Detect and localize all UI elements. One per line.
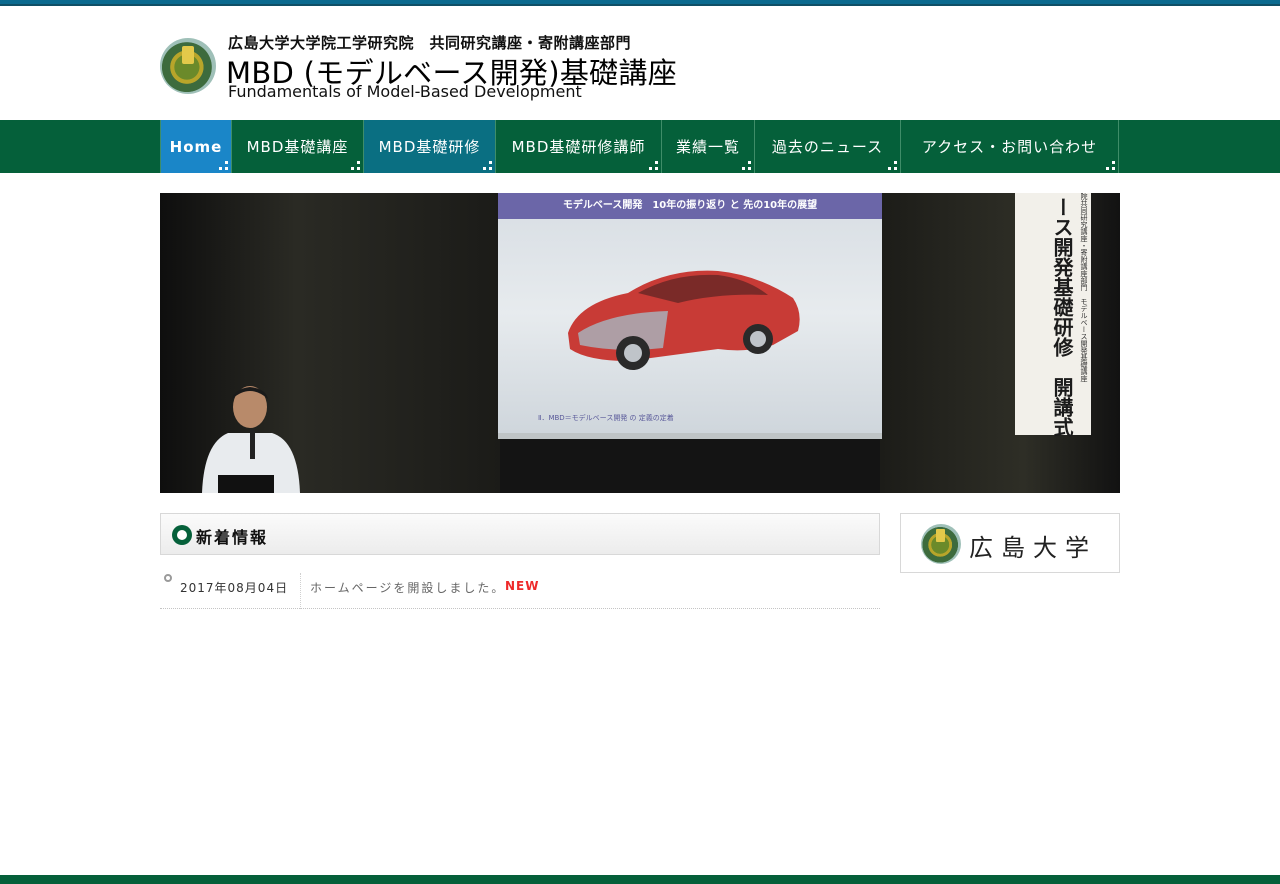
banner-small-text: 院共同研究講座・寄附講座部門 モデルベース開発基礎講座 <box>1080 193 1088 382</box>
corner-dots-icon <box>483 161 492 170</box>
hiroshima-university-banner-link[interactable]: 広島大学 <box>900 513 1120 573</box>
university-name: 広島大学 <box>969 534 1097 562</box>
site-header: 広島大学大学院工学研究院 共同研究講座・寄附講座部門 MBD (モデルベース開発… <box>160 24 760 110</box>
nav-item-mbd-instructors[interactable]: MBD基礎研修講師 <box>495 120 661 173</box>
projection-screen: モデルベース開発 10年の振り返り と 先の10年の展望 Ⅱ．MBD＝モデルベー… <box>498 193 882 439</box>
slide-footer: Ⅱ．MBD＝モデルベース開発 の 定義の定着 <box>538 414 674 422</box>
nav-item-mbd-training[interactable]: MBD基礎研修 <box>363 120 495 173</box>
nav-item-label: MBD基礎講座 <box>246 138 349 156</box>
top-accent-bar <box>0 0 1280 6</box>
news-section-header: 新着情報 <box>160 513 880 555</box>
slide-title: モデルベース開発 10年の振り返り と 先の10年の展望 <box>498 193 882 219</box>
nav-item-mbd-course[interactable]: MBD基礎講座 <box>231 120 363 173</box>
news-heading: 新着情報 <box>196 528 269 547</box>
nav-item-label: アクセス・お問い合わせ <box>921 138 1098 156</box>
corner-dots-icon <box>351 161 360 170</box>
new-badge: NEW <box>505 579 540 593</box>
nav-item-access-contact[interactable]: アクセス・お問い合わせ <box>900 120 1119 173</box>
main-content: 新着情報 2017年08月04日 ホームページを開設しました。 NEW <box>160 513 880 609</box>
news-text[interactable]: ホームページを開設しました。 <box>310 579 505 596</box>
footer-bar <box>0 875 1280 884</box>
ring-bullet-icon <box>164 574 172 583</box>
nav-item-achievements[interactable]: 業績一覧 <box>661 120 754 173</box>
corner-dots-icon <box>649 161 658 170</box>
hero-image: モデルベース開発 10年の振り返り と 先の10年の展望 Ⅱ．MBD＝モデルベー… <box>160 193 1120 493</box>
corner-dots-icon <box>888 161 897 170</box>
university-emblem-icon[interactable] <box>160 38 216 94</box>
car-illustration <box>568 270 800 370</box>
news-item: 2017年08月04日 ホームページを開設しました。 NEW <box>160 555 880 609</box>
main-navigation: Home MBD基礎講座 MBD基礎研修 MBD基礎研修講師 業績一覧 過去のニ… <box>0 120 1280 173</box>
nav-item-past-news[interactable]: 過去のニュース <box>754 120 900 173</box>
university-emblem-icon <box>921 524 961 564</box>
news-divider <box>300 573 301 609</box>
banner-text: ース開発基礎研修 開講式 <box>1050 197 1074 437</box>
nav-item-home[interactable]: Home <box>160 120 231 173</box>
nav-item-label: 過去のニュース <box>771 138 884 156</box>
sidebar: 広島大学 <box>900 513 1120 573</box>
nav-item-label: 業績一覧 <box>675 138 740 156</box>
circle-bullet-icon <box>172 525 192 545</box>
nav-item-label: MBD基礎研修 <box>378 138 481 156</box>
nav-item-label: MBD基礎研修講師 <box>511 138 646 156</box>
corner-dots-icon <box>1106 161 1115 170</box>
speaker-figure <box>202 386 300 493</box>
site-english-title: Fundamentals of Model-Based Development <box>228 82 582 101</box>
news-date: 2017年08月04日 <box>180 581 289 595</box>
event-banner: ース開発基礎研修 開講式 院共同研究講座・寄附講座部門 モデルベース開発基礎講座 <box>1015 193 1091 437</box>
corner-dots-icon <box>219 161 228 170</box>
corner-dots-icon <box>742 161 751 170</box>
nav-item-label: Home <box>169 137 223 156</box>
